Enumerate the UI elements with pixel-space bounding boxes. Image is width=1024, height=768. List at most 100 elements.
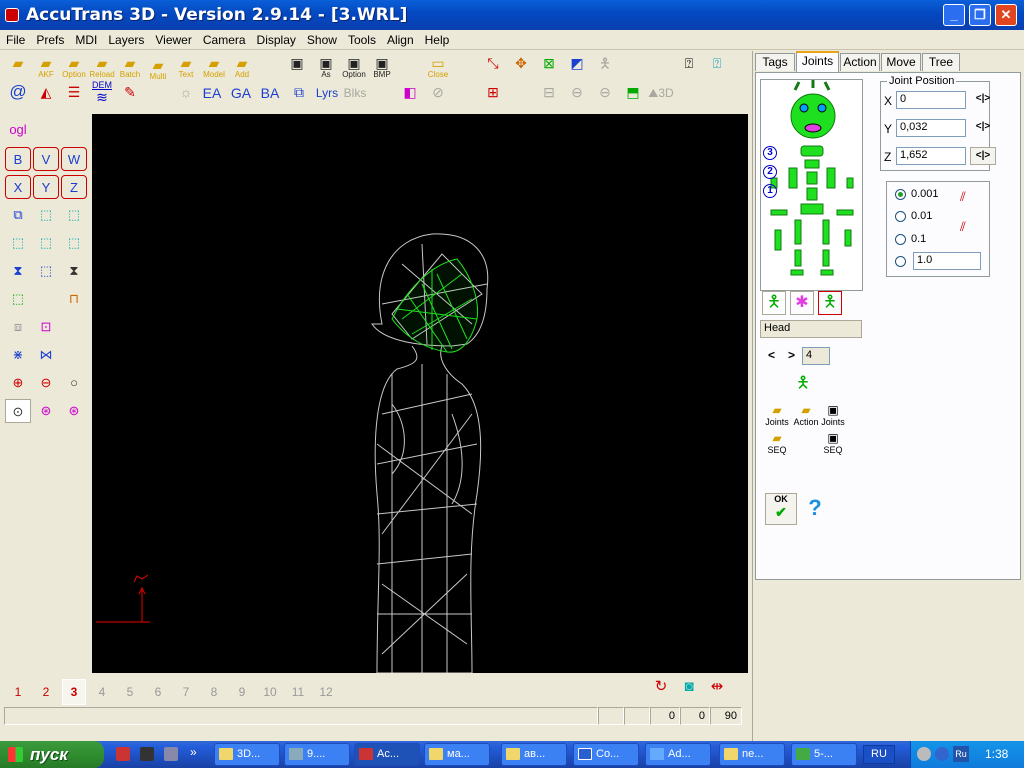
zoom-window-icon[interactable]: ⊙ [5,399,31,423]
select-icon[interactable]: ⬚ [5,287,31,311]
rotate-group-icon[interactable]: ⊖ [564,84,590,108]
view-top-icon[interactable]: ⧗ [5,259,31,283]
page-1[interactable]: 1 [9,685,27,699]
grid-split-icon[interactable]: ⊞ [480,84,506,108]
tab-joints[interactable]: Joints [796,51,839,72]
view-cube-6-icon[interactable]: ⬚ [61,231,87,255]
x-axis-icon[interactable]: ⋇ [5,343,31,367]
save-icon[interactable]: ▣ [284,55,310,79]
save-as-button[interactable]: ▣ As [313,55,339,79]
rotate-group-2-icon[interactable]: ⊖ [592,84,618,108]
tab-tags[interactable]: Tags [755,53,795,71]
level-3-button[interactable]: 3 [763,146,777,160]
axes-color-icon[interactable]: ◭ [33,84,59,108]
task-co[interactable]: Co... [573,743,639,766]
help-button[interactable]: ? [799,493,831,525]
task-9[interactable]: 9.... [284,743,350,766]
zoom-all-icon[interactable]: ⊛ [61,399,87,423]
zoom-extent-icon[interactable]: ⊛ [33,399,59,423]
zoom-in-icon[interactable]: ⊕ [5,371,31,395]
menu-display[interactable]: Display [251,30,301,47]
page-8[interactable]: 8 [205,685,223,699]
layers-green-icon[interactable]: ⬒ [620,84,646,108]
multi-button[interactable]: ▰ Multi [145,57,171,81]
batch-button[interactable]: ▰ Batch [117,55,143,79]
light-icon[interactable]: ☼ [173,84,199,108]
tray-lang-icon[interactable]: Ru [953,746,969,762]
tray-speaker-icon[interactable] [917,747,931,761]
ogl-button[interactable]: ogl [5,118,31,142]
zoom-out-icon[interactable]: ⊖ [33,371,59,395]
y-input[interactable]: 0,032 [896,119,966,137]
task-ne[interactable]: ne... [719,743,785,766]
axis-y-button[interactable]: Y [33,175,59,199]
load-seq-button[interactable]: ▰ SEQ [763,431,791,455]
akf-button[interactable]: ▰ AKF [33,55,59,79]
step-001-radio[interactable] [895,211,906,222]
save-option-button[interactable]: ▣ Option [341,55,367,79]
reset-pose-icon[interactable]: 🯅 [791,373,815,397]
menu-layers[interactable]: Layers [102,30,149,47]
cubes-icon[interactable]: ⧉ [286,84,312,108]
step-01-radio[interactable] [895,234,906,245]
view-iso-icon[interactable]: ⬚ [33,259,59,283]
model-button[interactable]: ▰ Model [201,55,227,79]
ea-button[interactable]: EA [199,85,225,109]
task-5[interactable]: 5-... [791,743,857,766]
help-cursor-icon[interactable]: ⍰ [676,55,702,79]
y-nudge-button[interactable]: <|> [970,119,996,137]
pencil-icon[interactable]: ✎ [117,84,143,108]
task-accutrans[interactable]: Ac... [354,743,420,766]
task-ma[interactable]: ма... [424,743,490,766]
quicklaunch-1-icon[interactable] [116,747,130,761]
prev-joint-button[interactable]: < [768,348,775,362]
ok-button[interactable]: OK ✔ [765,493,797,525]
pose-walk-icon[interactable]: 🯅 [762,291,786,315]
layers-button[interactable]: Lyrs [314,85,340,109]
language-indicator[interactable]: RU [863,745,895,764]
axis-b-button[interactable]: B [5,147,31,171]
close-file-button[interactable]: ▭ Close [425,55,451,79]
add-button[interactable]: ▰ Add [229,55,255,79]
page-7[interactable]: 7 [177,685,195,699]
z-input[interactable]: 1,652 [896,147,966,165]
page-6[interactable]: 6 [149,685,167,699]
page-11[interactable]: 11 [289,685,307,699]
app-icon[interactable] [5,8,19,22]
menu-viewer[interactable]: Viewer [149,30,196,47]
box-scale-icon[interactable]: ⧈ [5,315,31,339]
group-icon[interactable]: ⊟ [536,84,562,108]
ga-button[interactable]: GA [228,85,254,109]
level-2-button[interactable]: 2 [763,165,777,179]
view-cube-3-icon[interactable]: ⬚ [61,203,87,227]
start-button[interactable]: пуск [0,741,104,768]
dem-button[interactable]: DEM ≋ [89,81,115,106]
zoom-icon[interactable]: ○ [61,371,87,395]
axis-w-button[interactable]: W [61,147,87,171]
layers-color-icon[interactable]: ☰ [61,84,87,108]
close-button[interactable]: ✕ [995,4,1017,26]
page-10[interactable]: 10 [261,685,279,699]
z-nudge-button[interactable]: <|> [970,147,996,165]
reload-button[interactable]: ▰ Reload [89,55,115,79]
page-3[interactable]: 3 [62,679,86,705]
level-1-button[interactable]: 1 [763,184,777,198]
load-action-button[interactable]: ▰ Action [791,403,821,427]
open-folder-icon[interactable]: ▰ [5,55,31,79]
quicklaunch-2-icon[interactable] [140,747,154,761]
bounding-box-icon[interactable]: ⊠ [536,55,562,79]
joint-b-icon[interactable]: ⫽ [960,219,978,243]
box-move-icon[interactable]: ⊡ [33,315,59,339]
ba-button[interactable]: BA [257,85,283,109]
step-0001-radio[interactable] [895,189,906,200]
view-bottom-icon[interactable]: ⧗ [61,259,87,283]
page-9[interactable]: 9 [233,685,251,699]
scale-icon[interactable]: ⤡ [480,55,506,79]
task-ad[interactable]: Ad... [645,743,711,766]
transform-icon[interactable]: ◩ [564,55,590,79]
page-4[interactable]: 4 [93,685,111,699]
joint-a-icon[interactable]: ⫽ [960,189,978,213]
axis-x-button[interactable]: X [5,175,31,199]
option-open-button[interactable]: ▰ Option [61,55,87,79]
rotate-c-icon[interactable]: ↻ [648,679,674,703]
